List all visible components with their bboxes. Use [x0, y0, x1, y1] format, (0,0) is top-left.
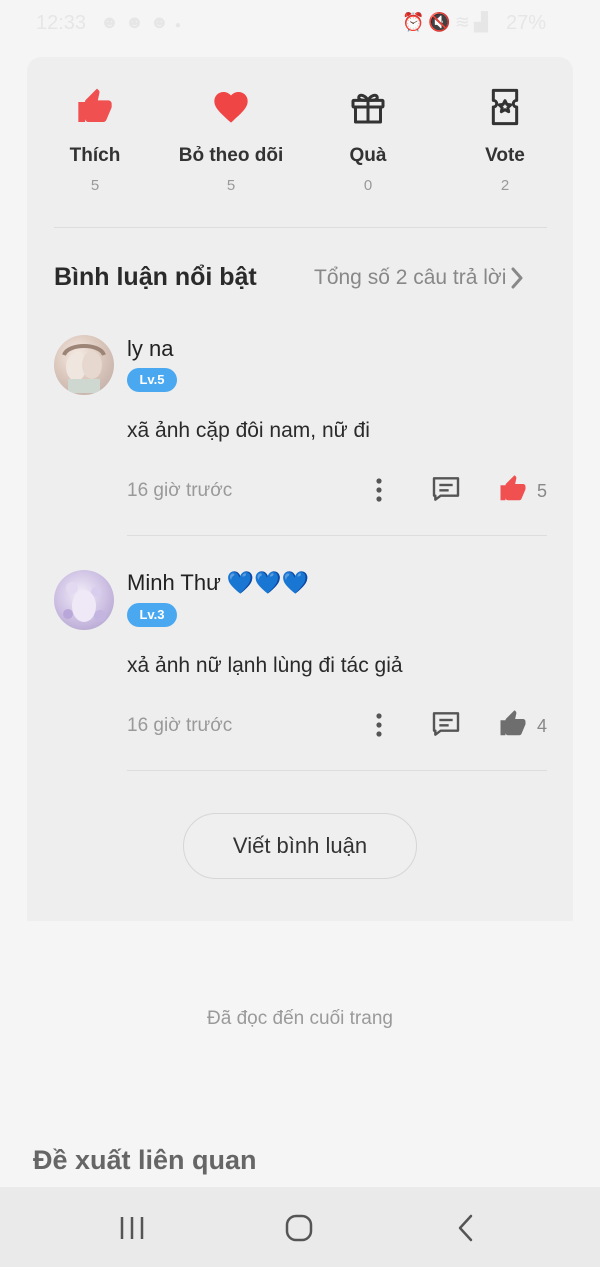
- comment-like-button[interactable]: [498, 474, 528, 509]
- mute-icon: 🔇: [428, 12, 455, 32]
- system-nav-bar: [0, 1187, 600, 1267]
- thumbs-up-icon: [500, 475, 526, 501]
- thumbs-up-icon: [500, 710, 526, 736]
- action-row: Thích 5 Bỏ theo dõi 5 Quà 0 Vote 2: [27, 57, 573, 227]
- more-options-button[interactable]: [371, 710, 387, 740]
- back-button[interactable]: [456, 1213, 476, 1243]
- notification-icon: ☻: [100, 12, 125, 32]
- wifi-icon: ≋: [454, 12, 474, 32]
- notification-icon: ☻: [124, 12, 150, 32]
- reply-button[interactable]: [430, 473, 462, 510]
- like-label: Thích: [69, 145, 121, 166]
- vote-label: Vote: [485, 145, 525, 166]
- status-time: 12:33: [36, 12, 87, 34]
- dot-icon: ●: [174, 20, 187, 31]
- divider: [127, 770, 547, 771]
- home-icon: [285, 1214, 313, 1242]
- alarm-icon: ⏰: [402, 12, 429, 32]
- system-icons: ⏰🔇≋▟: [402, 12, 492, 33]
- comment-like-button[interactable]: [498, 709, 528, 744]
- heart-icon: [163, 85, 299, 129]
- comment-time: 16 giờ trước: [127, 715, 233, 736]
- like-count: 5: [90, 177, 100, 194]
- thumbs-up-icon: [27, 85, 163, 129]
- unfollow-action[interactable]: Bỏ theo dõi 5: [163, 85, 299, 194]
- related-section-title: Đề xuất liên quan: [33, 1145, 257, 1175]
- reply-comment-icon: [432, 712, 460, 736]
- follow-count: 5: [226, 177, 236, 194]
- notification-icon: ☻: [149, 12, 175, 32]
- divider: [54, 227, 547, 228]
- more-options-button[interactable]: [371, 475, 387, 505]
- write-comment-button[interactable]: Viết bình luận: [183, 813, 417, 879]
- more-vertical-icon: [376, 478, 382, 502]
- more-vertical-icon: [376, 713, 382, 737]
- recent-apps-icon: [120, 1217, 144, 1239]
- comment-text: xã ảnh cặp đôi nam, nữ đi: [127, 419, 370, 442]
- end-of-page-text: Đã đọc đến cuối trang: [207, 1008, 393, 1029]
- level-badge: Lv.3: [127, 603, 177, 627]
- gift-count: 0: [363, 177, 373, 194]
- interaction-card: Thích 5 Bỏ theo dõi 5 Quà 0 Vote 2 Bình …: [27, 57, 573, 921]
- comment-text: xả ảnh nữ lạnh lùng đi tác giả: [127, 654, 403, 677]
- reply-button[interactable]: [430, 708, 462, 745]
- total-replies-label: Tổng số 2 câu trả lời: [314, 266, 507, 289]
- total-replies-link[interactable]: Tổng số 2 câu trả lời: [314, 266, 524, 290]
- notification-icons: ☻☻☻●: [100, 12, 187, 33]
- vote-count: 2: [500, 177, 510, 194]
- gift-action[interactable]: Quà 0: [300, 85, 436, 194]
- avatar[interactable]: [54, 335, 114, 395]
- section-title: Bình luận nổi bật: [54, 263, 257, 291]
- unfollow-label: Bỏ theo dõi: [178, 145, 284, 166]
- comment-username[interactable]: ly na: [127, 336, 173, 362]
- gift-icon: [300, 85, 436, 129]
- like-action[interactable]: Thích 5: [27, 85, 163, 194]
- home-button[interactable]: [284, 1213, 314, 1243]
- signal-icon: ▟: [473, 12, 492, 32]
- back-icon: [458, 1214, 473, 1242]
- status-bar: 12:33 ☻☻☻● ⏰🔇≋▟ 27%: [0, 0, 600, 46]
- level-badge: Lv.5: [127, 368, 177, 392]
- vote-ticket-icon: [437, 85, 573, 129]
- comment-like-count: 5: [537, 481, 548, 501]
- vote-action[interactable]: Vote 2: [437, 85, 573, 194]
- comment-username[interactable]: Minh Thư 💙💙💙: [127, 570, 309, 596]
- avatar[interactable]: [54, 570, 114, 630]
- battery-level: 27%: [506, 12, 547, 34]
- comment-time: 16 giờ trước: [127, 480, 233, 501]
- divider: [127, 535, 547, 536]
- recent-apps-button[interactable]: [118, 1213, 146, 1243]
- reply-comment-icon: [432, 477, 460, 501]
- comment-like-count: 4: [537, 716, 548, 736]
- chevron-right-icon: [511, 267, 523, 289]
- gift-label: Quà: [349, 145, 387, 166]
